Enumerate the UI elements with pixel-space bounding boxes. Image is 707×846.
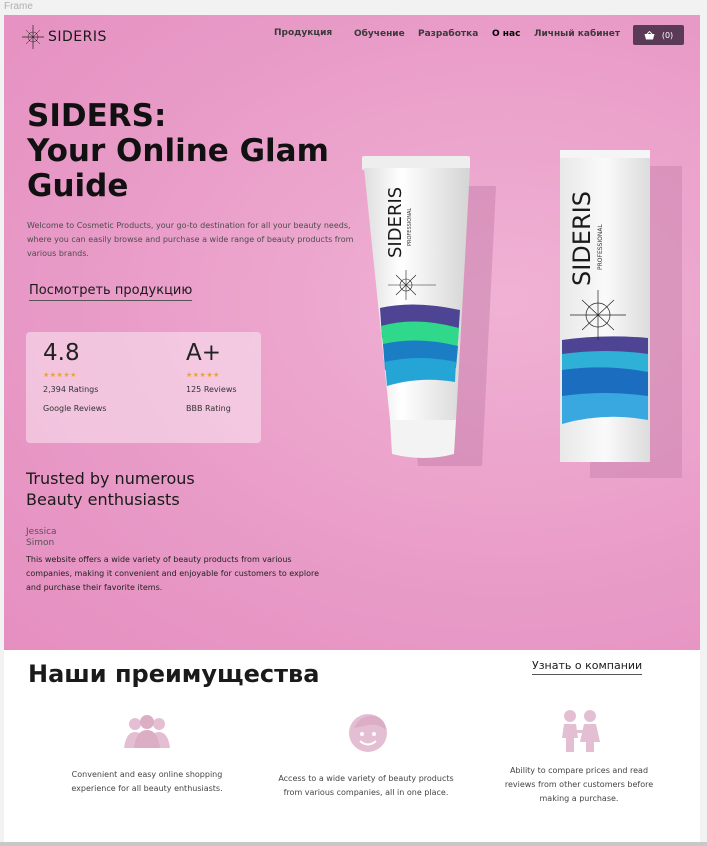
- nav-item-about[interactable]: О нас: [492, 29, 520, 39]
- feature-text-3: Ability to compare prices and read revie…: [504, 766, 654, 803]
- bottom-edge: [0, 842, 707, 846]
- trusted-heading: Trusted by numerous Beauty enthusiasts: [26, 468, 266, 510]
- trusted-line-1: Trusted by numerous: [26, 469, 195, 488]
- ratings-card: 4.8 ★★★★★ 2,394 Ratings Google Reviews A…: [26, 332, 261, 443]
- testimonial-author: Jessica Simon: [26, 527, 146, 549]
- tube-brand: SIDERIS: [385, 187, 406, 258]
- tube-product: SIDERIS PROFESSIONAL: [362, 156, 470, 458]
- feature-text-2: Access to a wide variety of beauty produ…: [278, 774, 454, 797]
- bbb-score: A+: [186, 340, 222, 366]
- advantages-title: Наши преимущества: [28, 660, 320, 688]
- title-line-1: SIDERS:: [27, 98, 167, 134]
- author-first-name: Jessica: [26, 527, 57, 537]
- google-rating: 4.8 ★★★★★ 2,394 Ratings Google Reviews: [43, 340, 106, 413]
- bbb-stars: ★★★★★: [186, 371, 220, 379]
- google-count: 2,394 Ratings: [43, 385, 99, 394]
- google-source: Google Reviews: [43, 404, 107, 413]
- nav-item-development[interactable]: Разработка: [418, 29, 478, 39]
- feature-text-1: Convenient and easy online shopping expe…: [71, 770, 223, 793]
- bbb-rating: A+ ★★★★★ 125 Reviews BBB Rating: [186, 340, 237, 413]
- cart-button[interactable]: (0): [633, 25, 684, 45]
- box-brand: SIDERIS: [568, 191, 596, 286]
- smiling-face-icon: [349, 714, 387, 752]
- google-score: 4.8: [43, 340, 80, 366]
- advantages-section: Наши преимущества Узнать о компании Conv…: [4, 650, 700, 842]
- hero-intro: Welcome to Cosmetic Products, your go-to…: [27, 221, 354, 258]
- google-stars: ★★★★★: [43, 371, 77, 379]
- product-photo: SIDERIS PROFESSIONAL SIDERIS PROFESSIONA…: [362, 150, 682, 478]
- frame-label: Frame: [4, 1, 33, 12]
- compass-star-icon: [22, 25, 44, 49]
- page-title: SIDERS: Your Online Glam Guide: [27, 99, 357, 204]
- hero-section: SIDERIS Продукция Обучение Разработка О …: [4, 15, 700, 650]
- testimonial-text: This website offers a wide variety of be…: [26, 555, 320, 592]
- box-sub: PROFESSIONAL: [597, 224, 604, 270]
- nav-item-account[interactable]: Личный кабинет: [534, 29, 620, 39]
- title-line-3: Guide: [27, 168, 129, 204]
- brand-logo[interactable]: SIDERIS: [22, 25, 107, 49]
- nav-item-products[interactable]: Продукция: [274, 28, 332, 38]
- about-company-link[interactable]: Узнать о компании: [532, 659, 643, 675]
- nav-item-education[interactable]: Обучение: [354, 29, 405, 39]
- cart-count: (0): [661, 30, 674, 40]
- title-line-2: Your Online Glam: [27, 133, 329, 169]
- children-icon: [562, 710, 600, 752]
- trusted-line-2: Beauty enthusiasts: [26, 490, 180, 509]
- bbb-source: BBB Rating: [186, 404, 231, 413]
- basket-icon: [644, 30, 655, 39]
- bbb-count: 125 Reviews: [186, 385, 237, 394]
- tube-sub: PROFESSIONAL: [407, 208, 413, 246]
- view-products-link[interactable]: Посмотреть продукцию: [29, 283, 193, 301]
- box-product: SIDERIS PROFESSIONAL: [560, 150, 650, 462]
- brand-name: SIDERIS: [48, 29, 107, 45]
- users-icon: [124, 715, 170, 748]
- author-last-name: Simon: [26, 538, 55, 548]
